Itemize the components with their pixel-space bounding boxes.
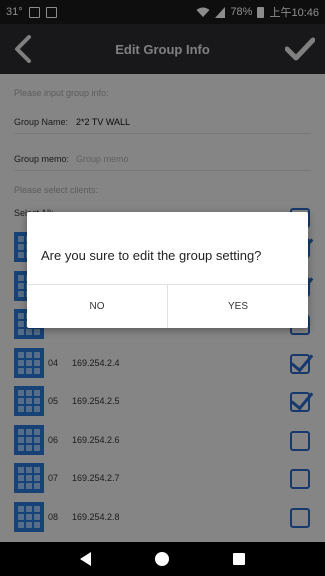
dialog-message: Are you sure to edit the group setting? [41,248,262,263]
no-button[interactable]: NO [27,285,167,328]
system-nav-bar [0,542,325,576]
yes-button[interactable]: YES [167,285,308,328]
dialog-actions: NO YES [27,284,308,328]
confirm-dialog: Are you sure to edit the group setting? … [27,212,308,328]
nav-home-icon[interactable] [155,552,169,566]
nav-recent-apps-icon[interactable] [233,553,245,565]
nav-back-icon[interactable] [80,552,91,566]
